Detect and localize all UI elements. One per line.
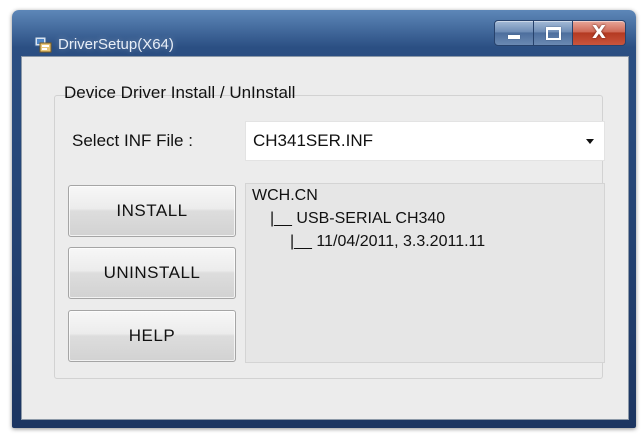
group-title: Device Driver Install / UnInstall xyxy=(64,83,296,102)
window-controls: X xyxy=(494,20,626,46)
close-button[interactable]: X xyxy=(573,20,626,46)
help-button[interactable]: HELP xyxy=(68,310,236,362)
window-title: DriverSetup(X64) xyxy=(58,36,174,53)
info-vendor-line: WCH.CN xyxy=(252,187,318,204)
minimize-button[interactable] xyxy=(494,20,534,46)
driver-setup-icon xyxy=(34,36,52,53)
info-device-line: |__ USB-SERIAL CH340 xyxy=(270,210,446,227)
driver-setup-window: DriverSetup(X64) X Device Driver Install… xyxy=(12,10,636,428)
chevron-down-icon[interactable] xyxy=(586,139,594,144)
install-button[interactable]: INSTALL xyxy=(68,185,236,237)
inf-file-dropdown[interactable]: CH341SER.INF xyxy=(245,121,605,161)
select-inf-label: Select INF File : xyxy=(72,131,193,150)
driver-info-panel: WCH.CN |__ USB-SERIAL CH340 |__ 11/04/20… xyxy=(245,183,605,363)
uninstall-button[interactable]: UNINSTALL xyxy=(68,247,236,299)
maximize-button[interactable] xyxy=(534,20,573,46)
inf-file-value: CH341SER.INF xyxy=(253,131,373,150)
info-version-line: |__ 11/04/2011, 3.3.2011.11 xyxy=(290,233,486,250)
minimize-icon xyxy=(508,35,520,39)
dialog-client-area: Device Driver Install / UnInstall Select… xyxy=(21,56,629,420)
title-bar[interactable]: DriverSetup(X64) X xyxy=(12,10,636,56)
maximize-icon xyxy=(545,26,561,40)
close-icon: X xyxy=(592,22,606,43)
